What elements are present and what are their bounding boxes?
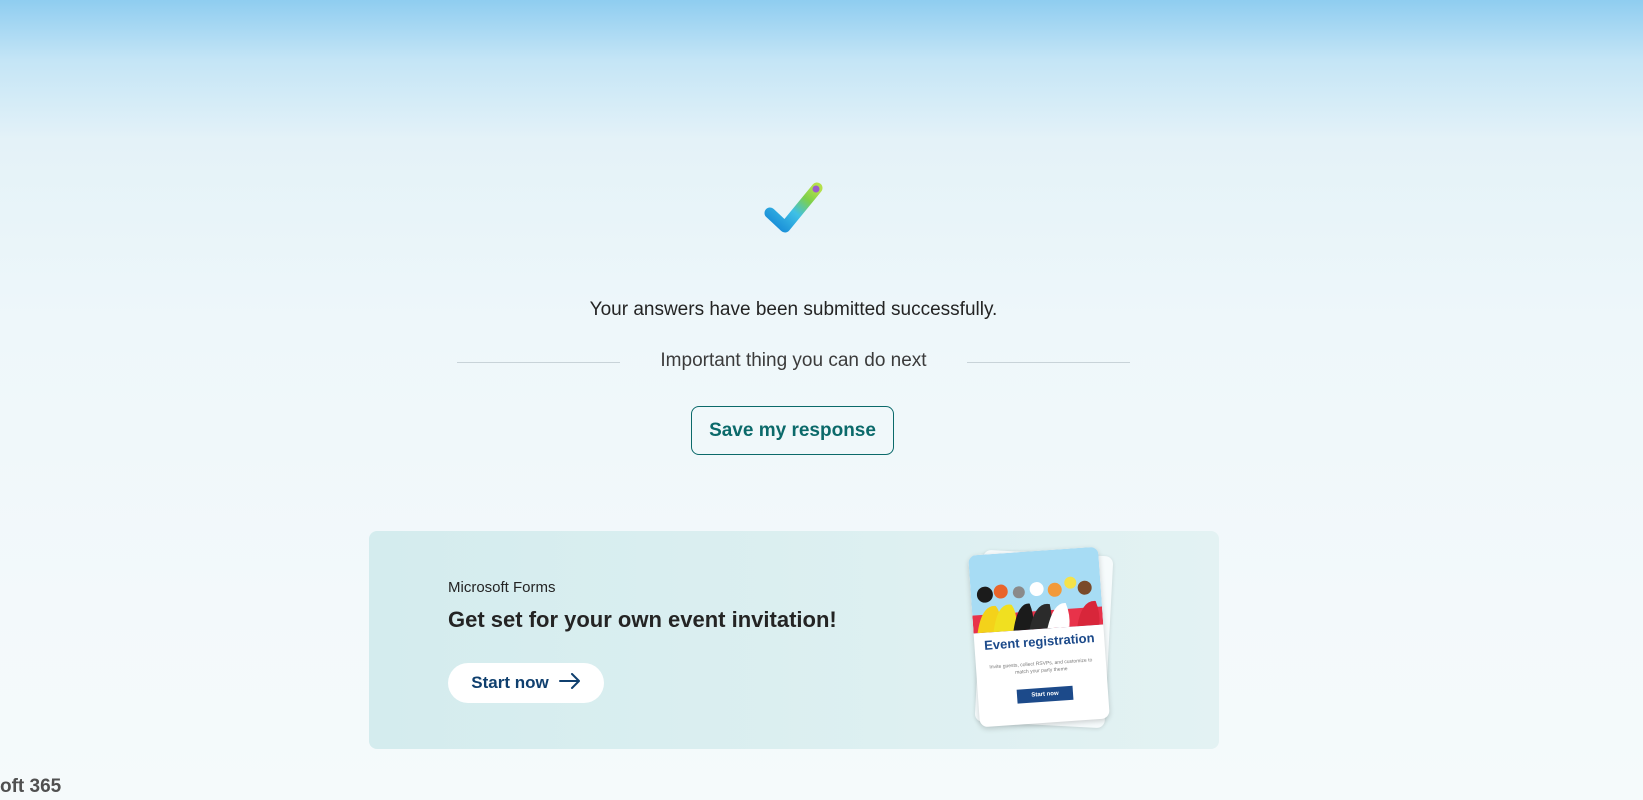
promo-brand: Microsoft Forms: [448, 579, 556, 596]
card-title: Event registration: [983, 630, 1095, 653]
save-response-button[interactable]: Save my response: [691, 406, 894, 455]
start-now-label: Start now: [471, 673, 549, 692]
card-description: Invite guests, collect RSVPs, and custom…: [989, 657, 1093, 676]
footer-brand: oft 365: [0, 776, 62, 797]
start-now-button[interactable]: Start now: [448, 663, 604, 703]
next-steps-heading: Important thing you can do next: [660, 350, 927, 371]
promo-title: Get set for your own event invitation!: [448, 607, 837, 632]
card-start-button: Start now: [1016, 685, 1074, 704]
promo-banner: Microsoft Forms Get set for your own eve…: [369, 531, 1219, 749]
arrow-right-icon: [558, 672, 581, 694]
success-message: Your answers have been submitted success…: [589, 299, 998, 320]
event-registration-card: Event registration Invite guests, collec…: [968, 546, 1110, 728]
divider-line-right: [967, 362, 1130, 363]
event-illustration: [968, 546, 1104, 634]
checkmark-icon: [762, 180, 826, 244]
next-steps-divider: Important thing you can do next: [457, 350, 1130, 376]
